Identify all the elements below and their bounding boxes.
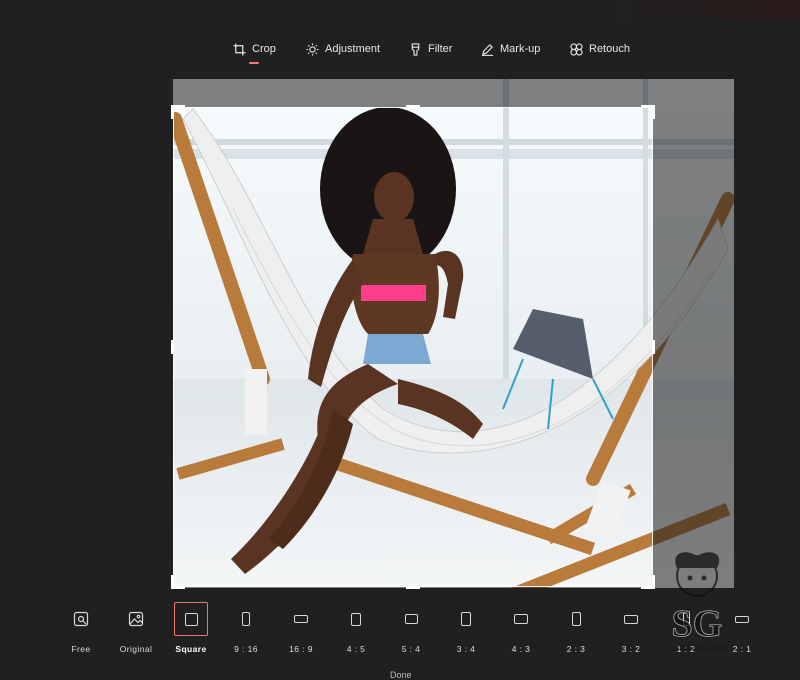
tab-crop[interactable]: Crop (233, 38, 276, 64)
watermark-url: SUICIDEGIRLS.COM (668, 646, 726, 652)
active-tab-indicator (249, 62, 260, 64)
tab-retouch-label: Retouch (589, 43, 630, 55)
landscape-icon (514, 614, 528, 624)
ratio-5-4-label: 5 : 4 (401, 644, 421, 654)
crop-icon (233, 42, 246, 56)
tab-retouch[interactable]: Retouch (570, 38, 630, 60)
crop-handle-right[interactable] (652, 340, 655, 354)
ratio-9-16[interactable]: 9 : 16 (224, 606, 268, 656)
crop-frame[interactable] (173, 107, 653, 587)
image-icon (128, 611, 144, 627)
crop-handle-tl-v[interactable] (171, 105, 174, 119)
ratio-free[interactable]: Free (59, 606, 103, 656)
ratio-4-3-label: 4 : 3 (511, 644, 531, 654)
crop-handle-tr-v[interactable] (652, 105, 655, 119)
tab-markup-label: Mark-up (500, 43, 541, 55)
pen-icon (481, 43, 494, 56)
portrait-icon (242, 612, 250, 626)
ratio-2-3-label: 2 : 3 (566, 644, 586, 654)
ratio-original[interactable]: Original (114, 606, 158, 656)
crop-handle-left[interactable] (171, 340, 174, 354)
ratio-4-5[interactable]: 4 : 5 (334, 606, 378, 656)
square-icon (184, 612, 198, 626)
sun-icon (306, 42, 319, 56)
watermark-text: SG (672, 603, 723, 645)
window-top-edge (600, 0, 800, 18)
crop-handle-bl-v[interactable] (171, 575, 174, 589)
portrait-icon (571, 612, 581, 626)
landscape-icon (624, 614, 638, 624)
ratio-9-16-label: 9 : 16 (234, 644, 258, 654)
crop-mask-top (173, 79, 734, 107)
ratio-free-label: Free (71, 644, 91, 654)
crop-mask-right (653, 107, 734, 588)
ratio-3-2[interactable]: 3 : 2 (609, 606, 653, 656)
crop-handle-bottom[interactable] (406, 586, 420, 589)
ratio-16-9[interactable]: 16 : 9 (279, 606, 323, 656)
watermark-logo: SG SUICIDEGIRLS.COM (668, 552, 726, 652)
landscape-icon (294, 615, 308, 623)
done-button[interactable]: Done (390, 670, 412, 680)
ratio-16-9-label: 16 : 9 (289, 644, 313, 654)
tab-markup[interactable]: Mark-up (481, 38, 540, 60)
ratio-original-label: Original (119, 644, 153, 654)
ratio-square-label: Square (175, 644, 207, 654)
tab-filter[interactable]: Filter (409, 38, 452, 60)
editor-toolbar: Crop Adjustment Filter Mark-up Retouch (0, 38, 800, 64)
filter-icon (411, 42, 420, 56)
ratio-4-3[interactable]: 4 : 3 (499, 606, 543, 656)
ratio-square[interactable]: Square (169, 602, 213, 656)
retouch-icon (570, 42, 583, 56)
ratio-3-2-label: 3 : 2 (621, 644, 641, 654)
landscape-icon (404, 614, 418, 624)
tab-adjustment-label: Adjustment (325, 43, 381, 55)
tab-crop-label: Crop (252, 43, 276, 55)
portrait-icon (461, 612, 471, 626)
tab-filter-label: Filter (428, 43, 453, 55)
ratio-4-5-label: 4 : 5 (346, 644, 366, 654)
portrait-icon (351, 612, 361, 626)
ratio-5-4[interactable]: 5 : 4 (389, 606, 433, 656)
crop-handle-top[interactable] (406, 105, 420, 108)
free-crop-icon (73, 611, 89, 627)
ratio-3-4[interactable]: 3 : 4 (444, 606, 488, 656)
ratio-3-4-label: 3 : 4 (456, 644, 476, 654)
ratio-2-3[interactable]: 2 : 3 (554, 606, 598, 656)
tab-adjustment[interactable]: Adjustment (306, 38, 380, 60)
